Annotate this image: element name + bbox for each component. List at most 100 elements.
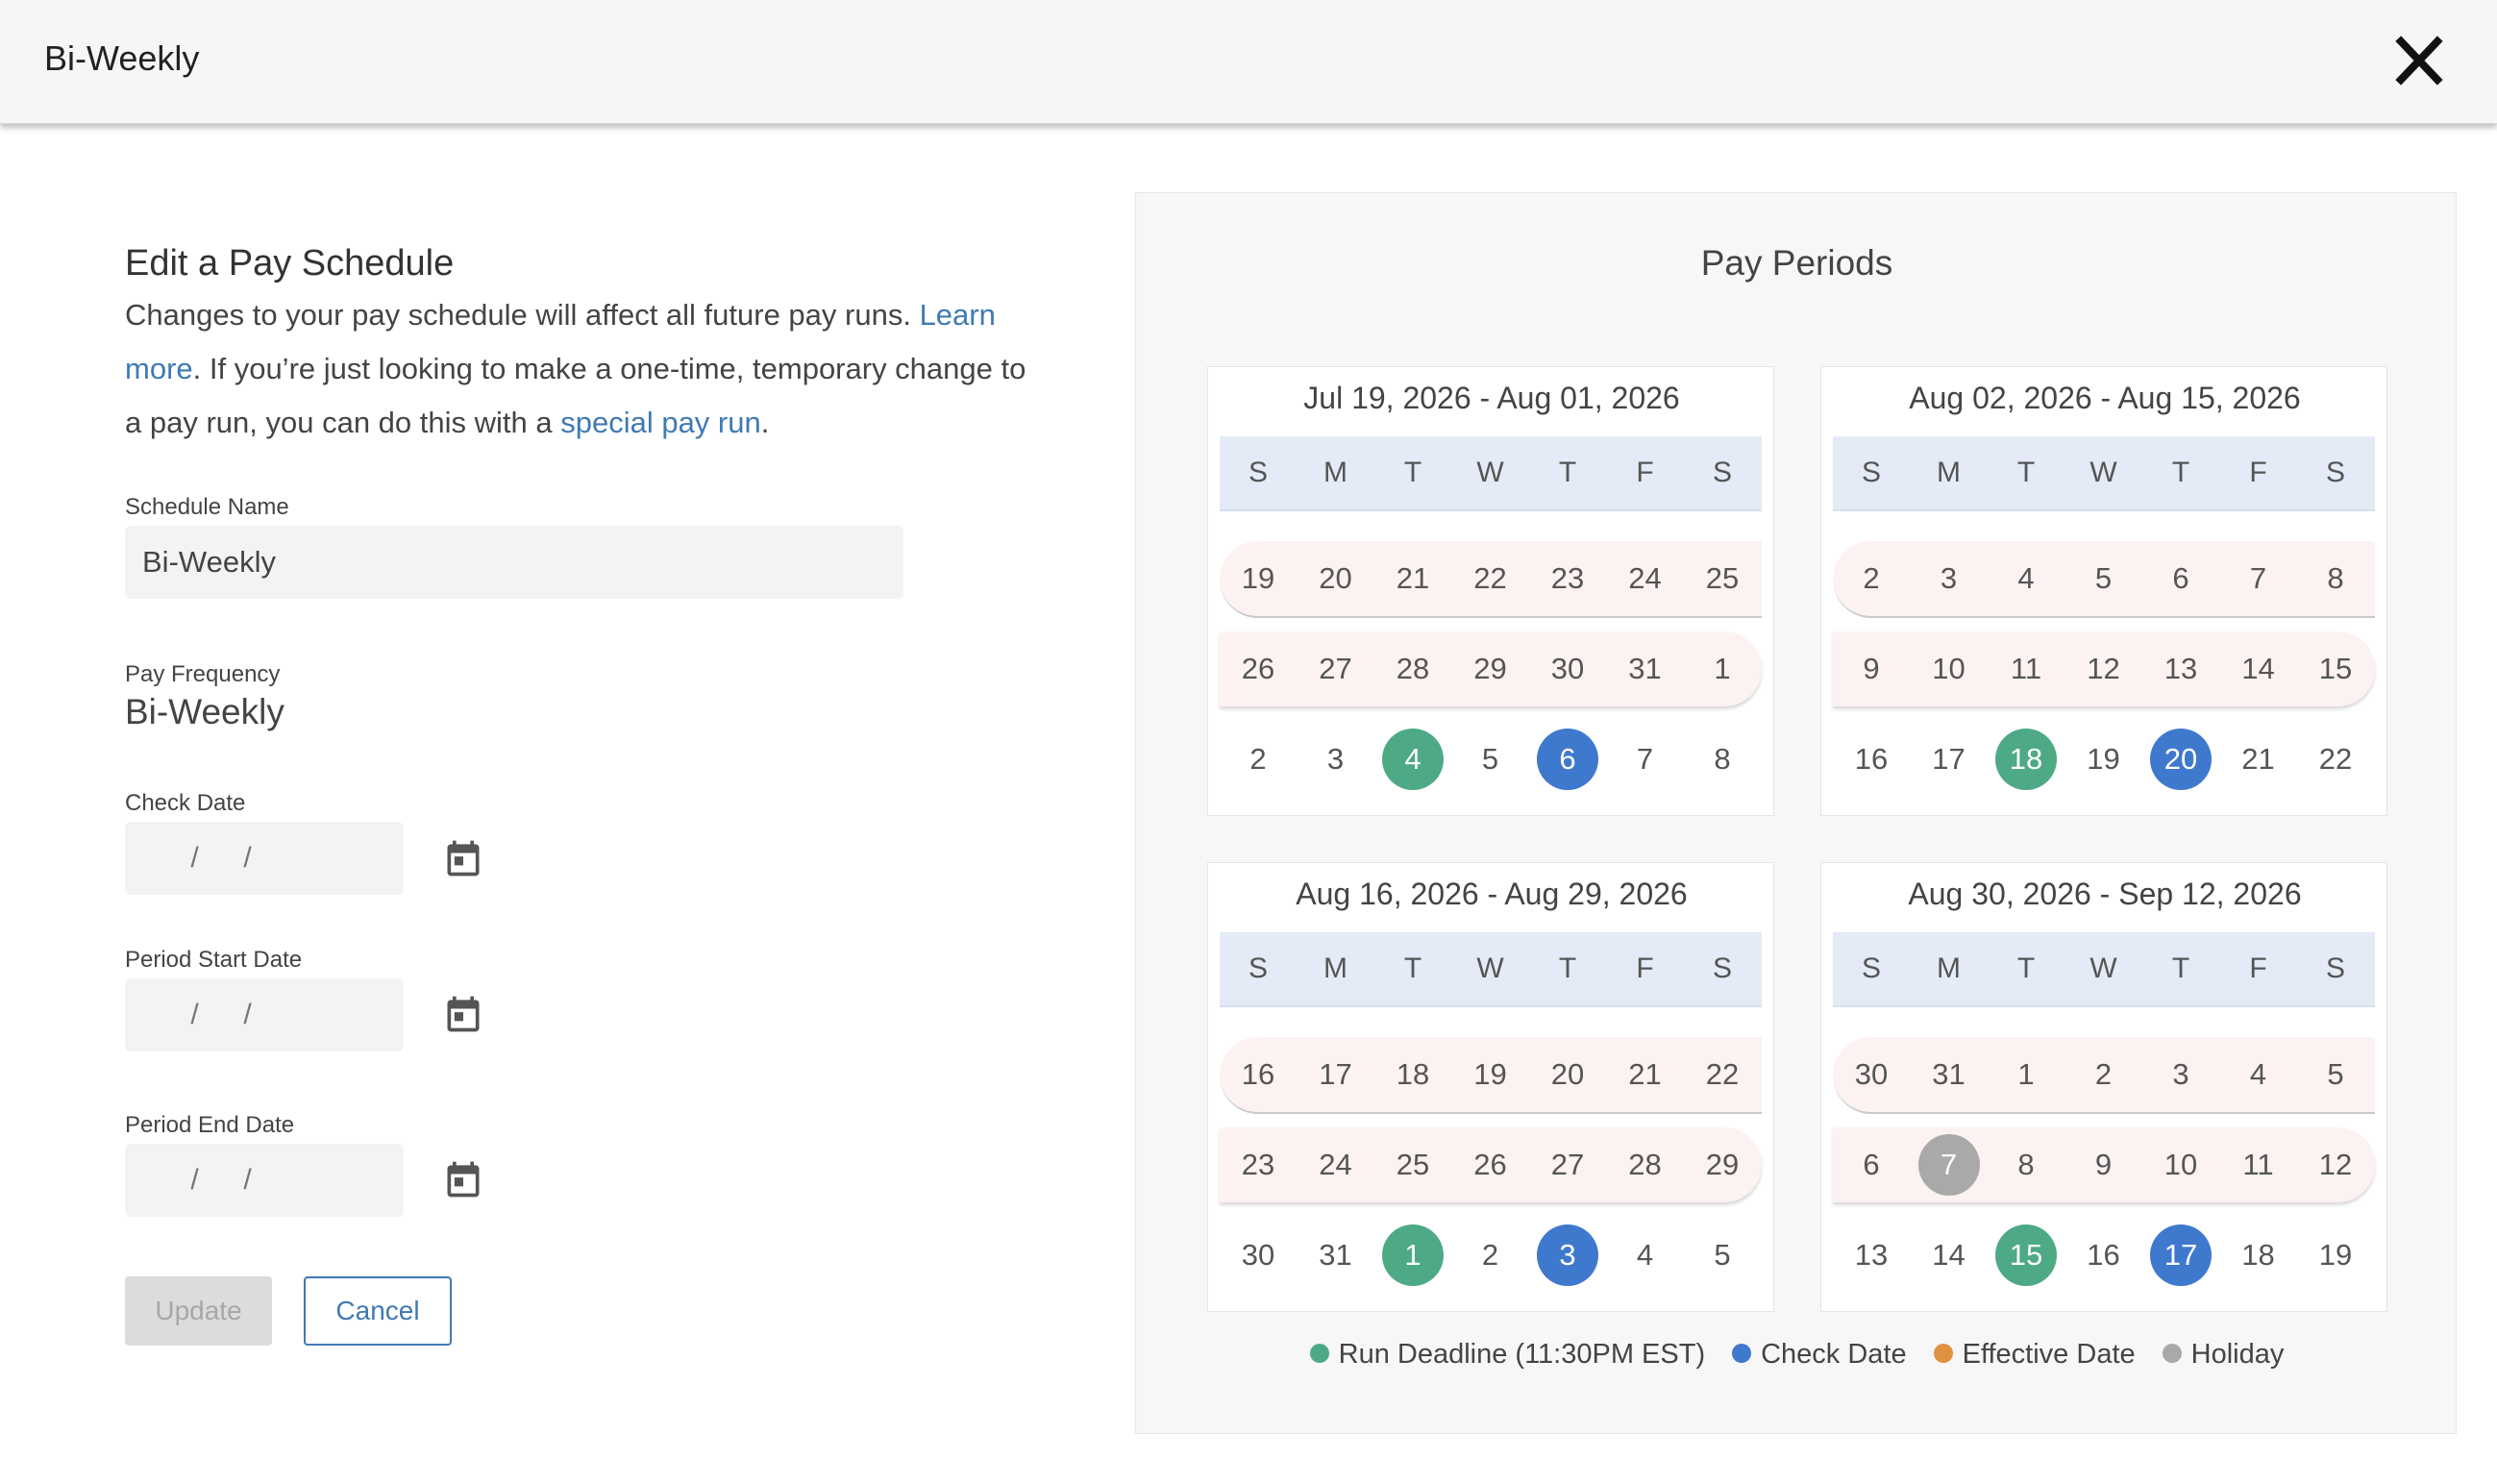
period-start-calendar-button[interactable] [442,992,484,1036]
cancel-button[interactable]: Cancel [304,1276,452,1346]
calendar-day: 29 [1473,652,1507,685]
calendar-icon [447,996,480,1032]
calendar-day: 29 [1705,1148,1740,1181]
edit-schedule-form: Edit a Pay Schedule Changes to your pay … [125,240,1038,1346]
calendar-day: 16 [2087,1238,2120,1272]
period-end-date-input[interactable] [125,1144,404,1217]
weekday-header: SMTWTFS [1833,436,2375,511]
calendar-day: 17 [1319,1057,1352,1091]
calendar-day: 19 [1241,561,1275,595]
period-start-date-label: Period Start Date [125,947,303,973]
period-end-date-label: Period End Date [125,1112,295,1138]
calendar-day: 7 [2249,561,2267,595]
pay-frequency-label: Pay Frequency [125,661,281,687]
update-button[interactable]: Update [125,1276,272,1346]
special-pay-run-link[interactable]: special pay run [560,406,761,439]
calendar-day: 31 [1628,652,1662,685]
pay-period-range: Aug 16, 2026 - Aug 29, 2026 [1296,877,1688,911]
period-start-date-input[interactable] [125,978,404,1051]
weekday-label: T [1403,952,1422,984]
close-button[interactable] [2395,35,2443,87]
description-text: Changes to your pay schedule will affect… [125,298,920,332]
weekday-label: W [2089,457,2117,488]
calendar-day: 15 [2318,652,2353,685]
calendar-day: 14 [1932,1238,1965,1272]
legend-dot [2162,1344,2182,1364]
calendar-day-run: 18 [1995,729,2057,790]
weekday-label: T [1558,457,1577,488]
calendar-day: 12 [2087,652,2120,685]
weekday-label: S [2325,952,2345,984]
legend-item: Holiday [2162,1339,2284,1371]
calendar-day-holiday: 7 [1917,1134,1980,1196]
legend-dot [1309,1344,1329,1364]
calendar-day: 9 [2094,1148,2113,1181]
pay-period-calendar: Jul 19, 2026 - Aug 01, 2026 S M T W T F S 19 20 21… [1207,366,1774,816]
calendar-day: 22 [2318,742,2353,776]
calendar-day: 8 [1714,742,1731,776]
modal-title: Bi-Weekly [44,38,200,78]
calendar-day: 2 [2094,1057,2113,1091]
calendar-day: 22 [1705,1057,1740,1091]
weekday-label: M [1323,457,1347,488]
calendar-day: 3 [1326,742,1345,776]
weekday-label: S [1712,952,1732,984]
calendar-day: 30 [1550,652,1585,685]
calendar-day: 5 [1714,1238,1731,1272]
calendar-day: 31 [1319,1238,1352,1272]
calendar-day: 23 [1241,1148,1275,1181]
weekday-label: W [2089,952,2117,984]
pay-period-calendar: Aug 30, 2026 - Sep 12, 2026 S M T W T F S 30 31 1 2… [1820,862,2387,1312]
calendar-day-run: 4 [1382,729,1444,790]
description-text-3: . [760,406,770,439]
calendar-day-check: 17 [2150,1224,2212,1286]
calendar-day: 30 [1241,1238,1275,1272]
check-date-input[interactable] [125,822,404,895]
weekday-label: W [1476,457,1504,488]
calendar-day: 3 [1940,561,1958,595]
legend-item: Run Deadline (11:30PM EST) [1309,1339,1705,1371]
weekday-label: S [1861,952,1881,984]
form-heading: Edit a Pay Schedule [125,243,455,284]
calendar-day: 23 [1550,561,1585,595]
calendar-day: 16 [1854,742,1889,776]
calendar-day: 30 [1854,1057,1889,1091]
calendar-day: 19 [2087,742,2120,776]
calendar-day: 3 [2172,1057,2189,1091]
weekday-header: SMTWTFS [1220,932,1762,1007]
calendar-day: 11 [2242,1148,2274,1181]
calendar-day: 1 [1714,652,1731,685]
weekday-header: SMTWTFS [1220,436,1762,511]
weekday-label: S [1248,457,1268,488]
schedule-name-label: Schedule Name [125,494,289,520]
pay-period-range: Aug 02, 2026 - Aug 15, 2026 [1909,381,2301,415]
calendar-day: 19 [1473,1057,1507,1091]
calendar-day: 13 [1854,1238,1889,1272]
form-description: Changes to your pay schedule will affect… [125,288,1048,450]
legend-label: Effective Date [1962,1339,2136,1370]
calendar-day: 20 [1319,561,1352,595]
weekday-label: F [2249,457,2267,488]
calendar-day: 25 [1396,1148,1430,1181]
calendar-day: 14 [2241,652,2275,685]
calendar-day: 5 [2327,1057,2344,1091]
calendar-day: 22 [1473,561,1507,595]
calendar-day: 2 [1249,742,1267,776]
schedule-name-input[interactable] [125,526,903,599]
weekday-label: S [2325,457,2345,488]
calendar-day: 11 [2010,652,2042,685]
pay-periods-title: Pay Periods [1700,243,1893,283]
check-date-label: Check Date [125,790,246,816]
calendar-day: 16 [1241,1057,1275,1091]
calendar-day-run: 15 [1995,1224,2057,1286]
period-end-calendar-button[interactable] [442,1157,484,1201]
weekday-label: W [1476,952,1504,984]
calendar-day: 28 [1628,1148,1662,1181]
calendar-day: 1 [2017,1057,2035,1091]
weekday-label: F [1636,952,1654,984]
weekday-label: S [1861,457,1881,488]
check-date-calendar-button[interactable] [442,836,484,880]
weekday-label: T [1403,457,1422,488]
legend: Run Deadline (11:30PM EST) Check Date Effe… [1136,1339,2458,1371]
calendar-day: 21 [2241,742,2275,776]
